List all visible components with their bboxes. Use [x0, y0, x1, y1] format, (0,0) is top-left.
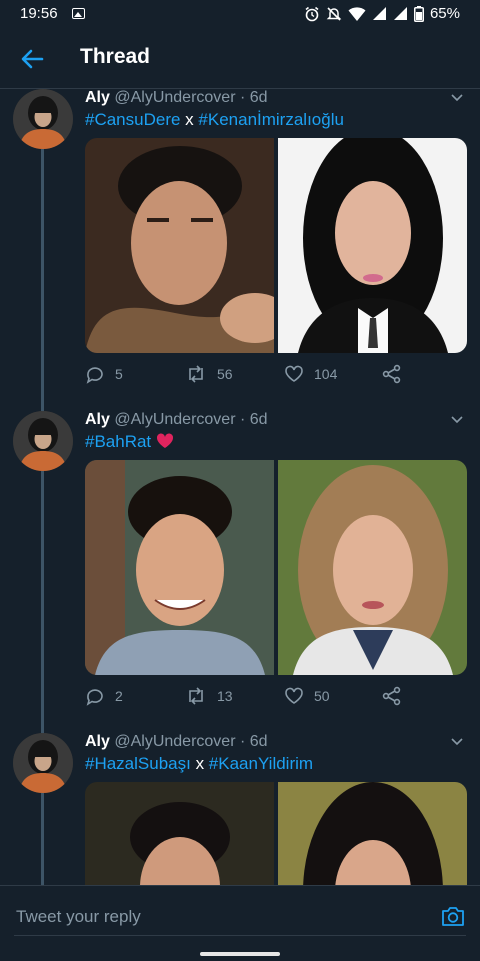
status-time: 19:56	[20, 5, 58, 22]
like-button[interactable]: 50	[284, 686, 330, 706]
battery-percent: 65%	[429, 5, 460, 22]
share-button[interactable]	[382, 364, 402, 384]
share-button[interactable]	[382, 686, 402, 706]
like-count: 50	[314, 688, 330, 704]
retweet-icon	[189, 687, 203, 705]
text-separator: x	[180, 110, 199, 129]
tweet-time: · 6d	[239, 411, 268, 428]
avatar[interactable]	[13, 89, 73, 149]
wifi-icon	[348, 6, 366, 21]
photo-thumbnail[interactable]	[278, 138, 467, 353]
image-notification-icon	[72, 8, 85, 19]
photo-thumbnail[interactable]	[85, 782, 274, 885]
avatar[interactable]	[13, 733, 73, 793]
reply-count: 2	[115, 688, 123, 704]
tweet-media[interactable]	[85, 782, 467, 885]
tweet-text: #HazalSubaşı x #KaanYildirim	[85, 754, 313, 774]
red-heart-emoji-icon	[156, 433, 173, 448]
reply-bar	[0, 885, 480, 961]
signal-2-icon	[393, 7, 407, 20]
tweet-media[interactable]	[85, 138, 467, 353]
retweet-button[interactable]: 56	[185, 364, 233, 384]
reply-input[interactable]	[14, 894, 398, 940]
back-arrow-icon[interactable]	[18, 45, 46, 73]
like-count: 104	[314, 366, 338, 382]
text-separator: x	[190, 754, 209, 773]
signal-icon	[372, 7, 386, 20]
app-header: Thread	[0, 28, 480, 89]
retweet-count: 56	[217, 366, 233, 382]
hashtag-link[interactable]: #BahRat	[85, 432, 151, 451]
reply-button[interactable]: 2	[85, 686, 123, 706]
share-icon	[382, 364, 401, 384]
photo-thumbnail[interactable]	[278, 782, 467, 885]
share-icon	[382, 686, 401, 706]
photo-thumbnail[interactable]	[85, 138, 274, 353]
tweet-actions: 5 56 104	[85, 364, 415, 388]
photo-thumbnail[interactable]	[278, 460, 467, 675]
user-handle[interactable]: @AlyUndercover	[114, 733, 235, 750]
like-button[interactable]: 104	[284, 364, 337, 384]
tweet-header: Aly @AlyUndercover · 6d	[85, 89, 268, 107]
reply-divider	[14, 935, 466, 936]
photo-thumbnail[interactable]	[85, 460, 274, 675]
alarm-icon	[305, 6, 319, 21]
tweet[interactable]: Aly @AlyUndercover · 6d #CansuDere x #Ke…	[0, 89, 480, 411]
reply-button[interactable]: 5	[85, 364, 123, 384]
avatar[interactable]	[13, 411, 73, 471]
display-name[interactable]: Aly	[85, 733, 110, 750]
status-icons: 65%	[304, 5, 460, 22]
reply-icon	[86, 689, 103, 706]
hashtag-link[interactable]: #CansuDere	[85, 110, 180, 129]
user-handle[interactable]: @AlyUndercover	[114, 89, 235, 106]
tweet-time: · 6d	[239, 89, 268, 106]
tweet[interactable]: Aly @AlyUndercover · 6d #HazalSubaşı x #…	[0, 733, 480, 885]
chevron-down-icon[interactable]	[450, 735, 464, 749]
reply-count: 5	[115, 366, 123, 382]
retweet-button[interactable]: 13	[185, 686, 233, 706]
camera-icon[interactable]	[440, 903, 466, 929]
status-bar: 19:56 65%	[0, 0, 480, 28]
tweet[interactable]: Aly @AlyUndercover · 6d #BahRat 2 13 50	[0, 411, 480, 733]
retweet-count: 13	[217, 688, 233, 704]
tweet-header: Aly @AlyUndercover · 6d	[85, 411, 268, 429]
tweet-actions: 2 13 50	[85, 686, 415, 710]
chevron-down-icon[interactable]	[450, 413, 464, 427]
heart-outline-icon	[285, 687, 303, 704]
display-name[interactable]: Aly	[85, 89, 110, 106]
reply-icon	[86, 367, 103, 384]
user-handle[interactable]: @AlyUndercover	[114, 411, 235, 428]
tweet-text: #BahRat	[85, 432, 174, 452]
tweet-time: · 6d	[239, 733, 268, 750]
chevron-down-icon[interactable]	[450, 91, 464, 105]
page-title: Thread	[80, 45, 151, 68]
battery-icon	[413, 5, 424, 22]
tweet-text: #CansuDere x #Kenanİmirzalıoğlu	[85, 110, 344, 130]
mute-icon	[326, 6, 342, 21]
hashtag-link[interactable]: #KaanYildirim	[209, 754, 313, 773]
tweet-media[interactable]	[85, 460, 467, 675]
retweet-icon	[189, 365, 203, 383]
tweet-header: Aly @AlyUndercover · 6d	[85, 733, 268, 751]
heart-outline-icon	[285, 365, 303, 382]
thread-list[interactable]: Aly @AlyUndercover · 6d #CansuDere x #Ke…	[0, 89, 480, 885]
hashtag-link[interactable]: #HazalSubaşı	[85, 754, 191, 773]
hashtag-link[interactable]: #Kenanİmirzalıoğlu	[198, 110, 344, 129]
gesture-nav-handle[interactable]	[200, 952, 280, 956]
display-name[interactable]: Aly	[85, 411, 110, 428]
